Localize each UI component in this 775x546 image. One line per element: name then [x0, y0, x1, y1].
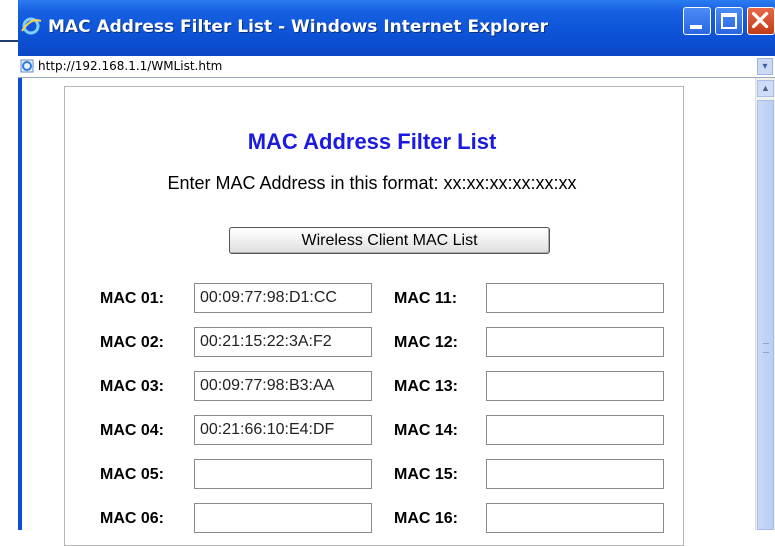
- grip-icon: [763, 343, 769, 353]
- title-bar[interactable]: MAC Address Filter List - Windows Intern…: [18, 0, 775, 56]
- mac-label: MAC 03:: [100, 378, 165, 395]
- minimize-button[interactable]: [683, 7, 711, 35]
- mac-label: MAC 13:: [394, 378, 459, 395]
- mac-label: MAC 14:: [394, 422, 459, 439]
- ie-window: MAC Address Filter List - Windows Intern…: [18, 0, 775, 546]
- mac-15-input[interactable]: [486, 459, 664, 489]
- vertical-scrollbar[interactable]: ▲: [755, 78, 775, 530]
- address-dropdown-button[interactable]: ▾: [757, 58, 773, 75]
- ie-logo-icon: [21, 17, 42, 35]
- page-title: MAC Address Filter List: [247, 129, 497, 154]
- close-icon: [751, 11, 769, 29]
- mac-label: MAC 16:: [394, 510, 459, 527]
- mac-01-input[interactable]: [194, 283, 372, 313]
- mac-label: MAC 12:: [394, 334, 459, 351]
- mac-14-input[interactable]: [486, 415, 664, 445]
- address-bar[interactable]: http://192.168.1.1/WMList.htm ▾: [18, 56, 775, 78]
- window-title: MAC Address Filter List - Windows Intern…: [48, 17, 549, 37]
- page-content: MAC Address Filter List Enter MAC Addres…: [22, 78, 755, 546]
- mac-12-input[interactable]: [486, 327, 664, 357]
- wireless-client-mac-list-button[interactable]: Wireless Client MAC List: [229, 227, 550, 254]
- mac-label: MAC 11:: [394, 290, 458, 307]
- chevron-down-icon: ▾: [762, 61, 768, 72]
- background-area: [0, 42, 18, 530]
- chevron-up-icon: ▲: [761, 83, 770, 93]
- filter-panel: MAC Address Filter List Enter MAC Addres…: [64, 86, 684, 546]
- mac-label: MAC 02:: [100, 334, 165, 351]
- mac-03-input[interactable]: [194, 371, 372, 401]
- mac-11-input[interactable]: [486, 283, 664, 313]
- mac-label: MAC 06:: [100, 510, 165, 527]
- scroll-thumb[interactable]: [757, 100, 774, 530]
- scroll-up-button[interactable]: ▲: [757, 80, 774, 97]
- mac-06-input[interactable]: [194, 503, 372, 533]
- mac-04-input[interactable]: [194, 415, 372, 445]
- format-instruction: Enter MAC Address in this format: xx:xx:…: [167, 173, 577, 193]
- address-url[interactable]: http://192.168.1.1/WMList.htm: [38, 59, 222, 73]
- ie-page-icon: [20, 59, 34, 73]
- mac-label: MAC 05:: [100, 466, 165, 483]
- mac-16-input[interactable]: [486, 503, 664, 533]
- mac-13-input[interactable]: [486, 371, 664, 401]
- mac-label: MAC 15:: [394, 466, 459, 483]
- mac-05-input[interactable]: [194, 459, 372, 489]
- close-button[interactable]: [747, 7, 775, 35]
- mac-02-input[interactable]: [194, 327, 372, 357]
- mac-label: MAC 01:: [100, 290, 165, 307]
- maximize-button[interactable]: [715, 7, 743, 35]
- mac-label: MAC 04:: [100, 422, 165, 439]
